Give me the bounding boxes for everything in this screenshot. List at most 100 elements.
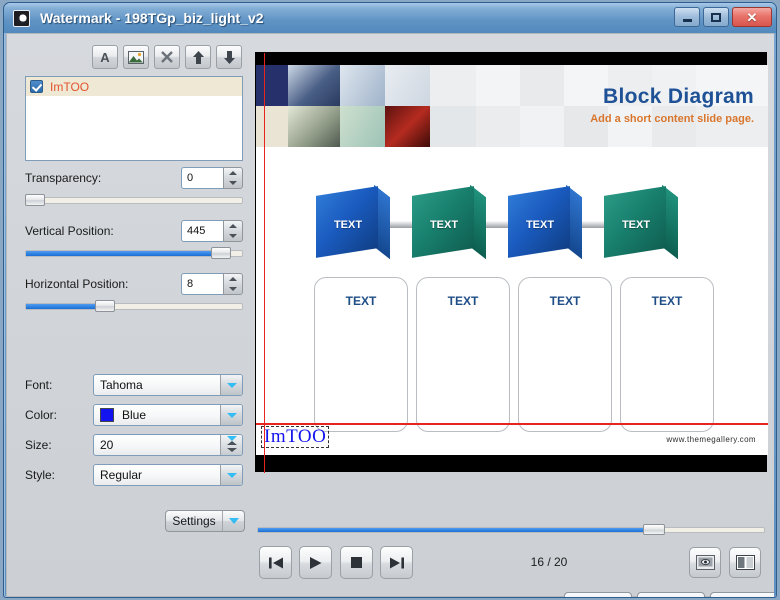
font-select[interactable]: Tahoma (93, 374, 243, 396)
style-row: Style: Regular (25, 464, 243, 486)
size-stepper[interactable]: 20 (93, 434, 243, 456)
transparency-decrement[interactable] (224, 178, 242, 188)
seek-fill (258, 528, 648, 532)
chevron-down-icon[interactable] (222, 511, 244, 531)
size-increment[interactable] (221, 435, 242, 445)
vertical-position-slider-thumb[interactable] (211, 247, 231, 259)
ok-button-label: OK (589, 597, 606, 598)
chevron-down-icon (229, 181, 237, 185)
horizontal-position-spinner[interactable]: 8 (181, 273, 243, 295)
stop-button[interactable] (340, 546, 373, 579)
horizontal-position-slider[interactable] (25, 300, 243, 312)
horizontal-position-input[interactable]: 8 (181, 273, 223, 295)
transparency-group: Transparency: 0 (25, 167, 243, 206)
watermark-list[interactable]: ImTOO (25, 76, 243, 161)
chevron-down-icon[interactable] (220, 375, 242, 395)
site-url-label: www.themegallery.com (666, 435, 756, 444)
close-button[interactable]: ✕ (732, 7, 772, 27)
play-icon (310, 556, 322, 569)
transparency-increment[interactable] (224, 168, 242, 178)
watermark-dialog-window: Watermark - 198TGp_biz_light_v2 ✕ A ImTO… (3, 2, 777, 598)
window-title: Watermark - 198TGp_biz_light_v2 (40, 10, 264, 26)
chevron-down-icon (226, 448, 237, 452)
style-value: Regular (100, 468, 143, 482)
apply-button-label: Apply (729, 597, 759, 598)
vertical-position-slider-fill (26, 251, 216, 256)
watermark-guide-horizontal (256, 424, 768, 425)
size-row: Size: 20 (25, 434, 243, 456)
transparency-slider-thumb[interactable] (25, 194, 45, 206)
chevron-up-icon (229, 224, 237, 228)
transport-controls: 16 / 20 (259, 546, 767, 582)
text-box-label: TEXT (345, 294, 377, 308)
horizontal-position-increment[interactable] (224, 274, 242, 284)
next-button[interactable] (380, 546, 413, 579)
vertical-position-slider[interactable] (25, 247, 243, 259)
seek-slider[interactable] (257, 524, 765, 535)
move-down-button[interactable] (216, 45, 242, 69)
snapshot-button[interactable] (689, 547, 721, 578)
horizontal-position-decrement[interactable] (224, 284, 242, 294)
dialog-client-area: A ImTOO Transparency: 0 Vertical Positio… (6, 33, 776, 597)
video-preview[interactable]: Block Diagram Add a short content slide … (255, 52, 768, 473)
vertical-position-spinner[interactable]: 445 (181, 220, 243, 242)
play-button[interactable] (299, 546, 332, 579)
seek-thumb[interactable] (643, 524, 665, 535)
vertical-position-decrement[interactable] (224, 231, 242, 241)
chevron-down-icon[interactable] (220, 465, 242, 485)
snapshot-icon (695, 555, 715, 570)
ok-button[interactable]: OK (564, 592, 632, 598)
vertical-position-input[interactable]: 445 (181, 220, 223, 242)
add-text-watermark-button[interactable]: A (92, 45, 118, 69)
cube-label: TEXT (621, 219, 651, 231)
font-value: Tahoma (100, 378, 143, 392)
cancel-button[interactable]: Cancel (637, 592, 705, 598)
window-controls: ✕ (674, 7, 772, 27)
size-value[interactable]: 20 (100, 438, 113, 452)
style-select[interactable]: Regular (93, 464, 243, 486)
color-select[interactable]: Blue (93, 404, 243, 426)
vertical-position-group: Vertical Position: 445 (25, 220, 243, 259)
cancel-button-label: Cancel (652, 597, 689, 598)
minimize-button[interactable] (674, 7, 700, 27)
apply-button[interactable]: Apply (710, 592, 776, 598)
previous-button[interactable] (259, 546, 292, 579)
chevron-down-icon[interactable] (220, 405, 242, 425)
chevron-down-icon (229, 287, 237, 291)
text-a-icon: A (100, 49, 110, 65)
font-row: Font: Tahoma (25, 374, 243, 396)
horizontal-position-slider-thumb[interactable] (95, 300, 115, 312)
transparency-slider[interactable] (25, 194, 243, 206)
checkbox-icon[interactable] (30, 80, 43, 93)
delete-watermark-button[interactable] (154, 45, 180, 69)
settings-button[interactable]: Settings (165, 510, 245, 532)
transparency-input[interactable]: 0 (181, 167, 223, 189)
move-up-button[interactable] (185, 45, 211, 69)
style-label: Style: (25, 468, 56, 482)
watermark-settings-panel: A ImTOO Transparency: 0 Vertical Positio… (17, 42, 247, 542)
settings-button-label: Settings (172, 514, 216, 528)
window-right-edge (774, 33, 776, 597)
vertical-position-increment[interactable] (224, 221, 242, 231)
text-box-label: TEXT (651, 294, 683, 308)
maximize-icon (711, 12, 721, 22)
minimize-icon (682, 18, 692, 22)
list-item[interactable]: ImTOO (26, 77, 242, 96)
title-bar[interactable]: Watermark - 198TGp_biz_light_v2 ✕ (4, 3, 776, 33)
size-decrement[interactable] (221, 445, 242, 455)
text-box-2: TEXT (416, 277, 510, 432)
text-box-3: TEXT (518, 277, 612, 432)
add-image-watermark-button[interactable] (123, 45, 149, 69)
transparency-spinner[interactable]: 0 (181, 167, 243, 189)
split-panel-icon (735, 555, 755, 570)
slide-canvas[interactable]: Block Diagram Add a short content slide … (256, 65, 768, 455)
text-box-label: TEXT (447, 294, 479, 308)
chevron-up-icon (229, 171, 237, 175)
color-label: Color: (25, 408, 58, 422)
cube-label: TEXT (429, 219, 459, 231)
maximize-button[interactable] (703, 7, 729, 27)
split-view-button[interactable] (729, 547, 761, 578)
watermark-overlay[interactable]: ImTOO (260, 426, 330, 448)
slide-footer: ImTOO www.themegallery.com (256, 423, 768, 455)
slide-title: Block Diagram (603, 85, 754, 108)
